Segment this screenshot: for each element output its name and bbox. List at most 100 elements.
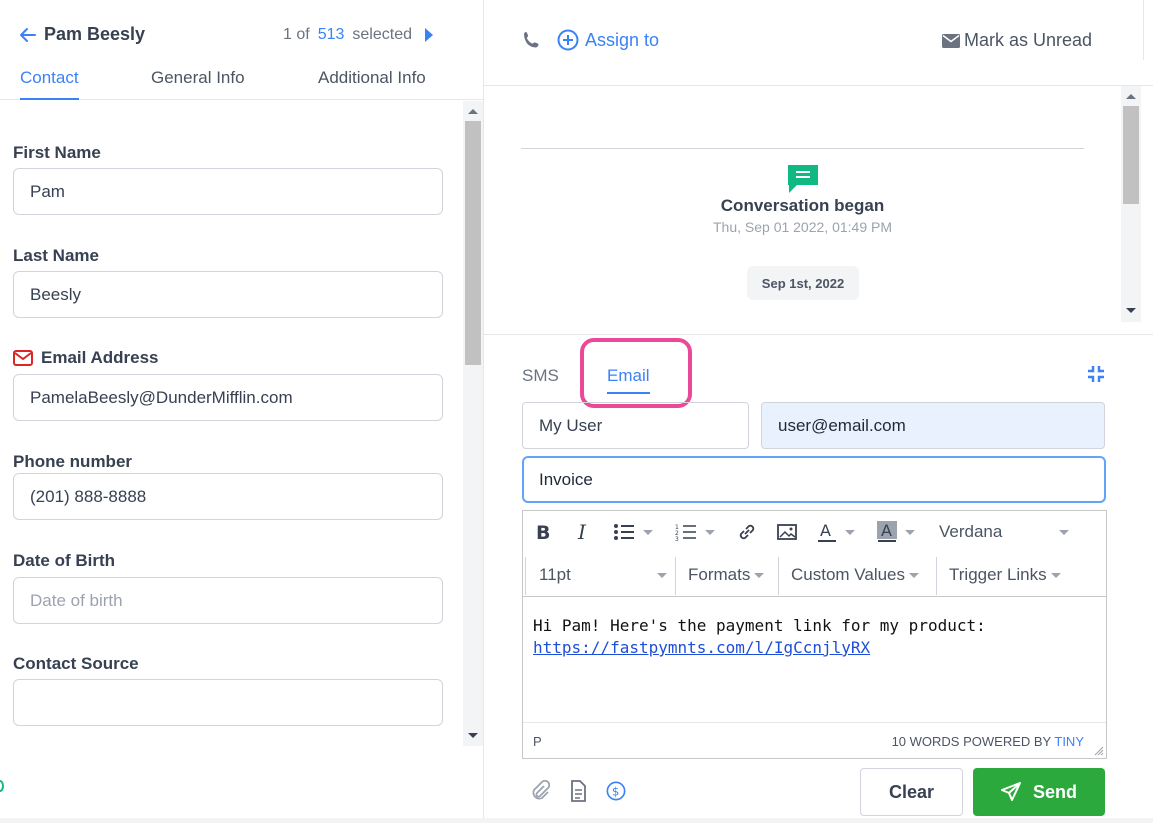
scroll-down-icon[interactable] [468, 733, 478, 738]
arrow-left-icon [20, 27, 36, 42]
payment-link[interactable]: https://fastpymnts.com/l/IgCcnjlyRX [533, 637, 986, 659]
tab-sms[interactable]: SMS [522, 366, 559, 386]
chevron-down-icon [643, 529, 653, 535]
phone-icon[interactable] [522, 30, 542, 50]
subject-field[interactable]: Invoice [522, 456, 1106, 503]
phone-label: Phone number [13, 452, 133, 471]
editor-toolbar-secondary: 11pt Formats Custom Values Trigger Links [523, 553, 1106, 597]
pager-prefix: 1 of [283, 26, 310, 43]
svg-text:A: A [820, 521, 831, 540]
dob-field[interactable]: Date of birth [13, 577, 443, 624]
bold-icon[interactable]: B [535, 522, 553, 542]
app-root: Pam Beesly 1 of 513 selected Contact Gen… [0, 0, 1153, 823]
tiny-link[interactable]: TINY [1054, 734, 1084, 749]
link-icon[interactable] [737, 522, 757, 542]
font-family-select[interactable]: Verdana [939, 522, 1069, 542]
body-line: Hi Pam! Here's the payment link for my p… [533, 616, 986, 635]
contact-source-field[interactable] [13, 679, 443, 726]
chevron-down-icon [1059, 529, 1069, 535]
text-color-icon: A [818, 521, 836, 542]
send-icon [1000, 782, 1021, 801]
text-color-button[interactable]: A [817, 521, 855, 543]
status-dot [0, 780, 4, 792]
pager-count[interactable]: 513 [318, 26, 345, 44]
chevron-down-icon [1050, 572, 1061, 578]
chevron-down-icon [705, 529, 715, 535]
plus-circle-icon [557, 29, 579, 51]
numbered-list-icon: 123 [675, 524, 696, 541]
custom-values-menu[interactable]: Custom Values [791, 565, 920, 585]
tab-additional-info[interactable]: Additional Info [318, 68, 426, 98]
pager: 1 of 513 selected [283, 26, 434, 44]
italic-icon[interactable]: I [575, 522, 593, 542]
resize-handle-icon[interactable] [1094, 746, 1104, 756]
dollar-circle-icon[interactable]: $ [606, 780, 626, 802]
document-icon[interactable] [568, 780, 588, 802]
numbered-list-button[interactable]: 123 [675, 523, 715, 541]
element-path[interactable]: P [533, 734, 542, 749]
conversation-scrollbar[interactable] [1121, 86, 1141, 322]
scroll-thumb[interactable] [1123, 106, 1139, 204]
scroll-up-icon[interactable] [468, 109, 478, 114]
chat-icon [788, 165, 818, 193]
pager-suffix: selected [352, 26, 412, 43]
bullet-list-button[interactable] [613, 523, 653, 541]
contact-header: Pam Beesly 1 of 513 selected Contact Gen… [0, 0, 484, 100]
caret-right-icon[interactable] [424, 28, 434, 42]
word-count-text: 10 WORDS POWERED BY [891, 734, 1051, 749]
last-name-label: Last Name [13, 246, 99, 265]
from-name-field[interactable]: My User [522, 402, 749, 449]
custom-values-label: Custom Values [791, 565, 906, 584]
scroll-down-icon[interactable] [1126, 308, 1136, 313]
editor-toolbar: B I 123 A A Verdana [523, 511, 1106, 553]
contact-name: Pam Beesly [44, 24, 146, 44]
last-name-field[interactable]: Beesly [13, 271, 443, 318]
paperclip-icon[interactable] [530, 780, 550, 802]
background-color-button[interactable]: A [877, 521, 915, 543]
first-name-field[interactable]: Pam [13, 168, 443, 215]
dob-label: Date of Birth [13, 551, 115, 570]
font-size-select[interactable]: 11pt [539, 565, 667, 585]
conversation-timestamp: Thu, Sep 01 2022, 01:49 PM [712, 219, 892, 235]
assign-to-label: Assign to [585, 29, 660, 50]
svg-text:$: $ [612, 785, 620, 799]
email-label: Email Address [41, 348, 159, 367]
chevron-down-icon [657, 572, 667, 578]
send-button[interactable]: Send [973, 768, 1105, 816]
formats-label: Formats [688, 565, 751, 584]
conversation-toolbar: Assign to Mark as Unread [484, 0, 1153, 86]
toolbar-separator [525, 557, 526, 595]
editor-body[interactable]: Hi Pam! Here's the payment link for my p… [533, 615, 986, 659]
collapse-icon[interactable] [1086, 364, 1106, 384]
email-label-row: Email Address [13, 348, 158, 368]
bottom-strip [0, 818, 1153, 823]
assign-to-button[interactable]: Assign to [557, 29, 659, 51]
back-button[interactable]: Pam Beesly [18, 24, 145, 45]
chevron-down-icon [909, 572, 920, 578]
email-field[interactable]: PamelaBeesly@DunderMifflin.com [13, 374, 443, 421]
send-label: Send [1032, 781, 1077, 802]
form-scrollbar[interactable] [463, 101, 483, 746]
conversation-history: Conversation began Thu, Sep 01 2022, 01:… [484, 86, 1121, 334]
from-email-field[interactable]: user@email.com [761, 402, 1105, 449]
mark-unread-button[interactable]: Mark as Unread [942, 30, 1092, 51]
tab-contact[interactable]: Contact [20, 68, 79, 100]
envelope-icon [942, 33, 960, 48]
tab-general-info[interactable]: General Info [151, 68, 245, 98]
mark-unread-label: Mark as Unread [964, 30, 1093, 50]
mail-icon [13, 350, 33, 366]
formats-menu[interactable]: Formats [688, 565, 765, 585]
toolbar-separator [675, 557, 676, 595]
email-tab-highlight [580, 338, 692, 408]
scroll-up-icon[interactable] [1126, 94, 1136, 99]
chevron-down-icon [845, 529, 855, 535]
trigger-links-menu[interactable]: Trigger Links [949, 565, 1061, 585]
scroll-thumb[interactable] [465, 121, 481, 365]
word-count: 10 WORDS POWERED BY TINY [892, 734, 1084, 749]
phone-field[interactable]: (201) 888-8888 [13, 473, 443, 520]
bullet-list-icon [614, 524, 634, 540]
image-icon[interactable] [777, 522, 797, 542]
clear-button[interactable]: Clear [860, 768, 963, 816]
chevron-down-icon [754, 572, 765, 578]
conversation-panel: Assign to Mark as Unread Conversation be… [484, 0, 1153, 823]
